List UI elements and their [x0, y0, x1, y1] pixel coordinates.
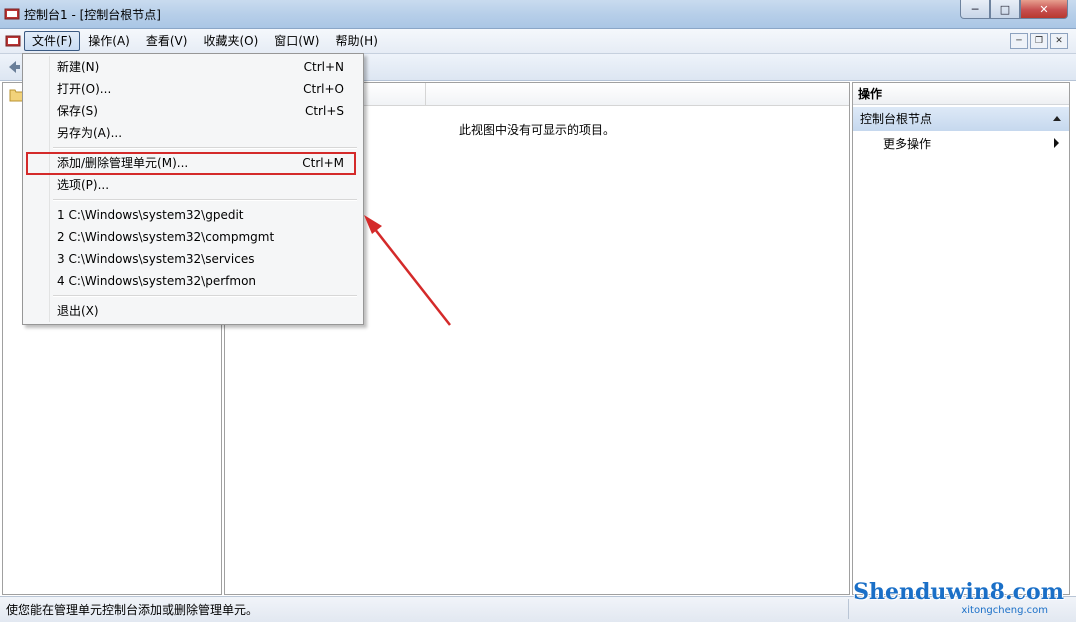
- menu-view[interactable]: 查看(V): [138, 31, 196, 51]
- child-window-controls: ─ ❐ ✕: [1010, 33, 1068, 49]
- actions-pane: 操作 控制台根节点 更多操作: [852, 82, 1070, 595]
- child-minimize-button[interactable]: ─: [1010, 33, 1028, 49]
- highlight-box: [26, 152, 356, 175]
- menu-item-exit[interactable]: 退出(X): [26, 300, 358, 322]
- menu-item-open[interactable]: 打开(O)... Ctrl+O: [26, 78, 358, 100]
- close-button[interactable]: ✕: [1020, 0, 1068, 19]
- menu-window[interactable]: 窗口(W): [266, 31, 327, 51]
- menu-separator: [53, 295, 357, 297]
- console-window-icon[interactable]: [5, 33, 21, 49]
- menu-item-label: 打开(O)...: [57, 82, 112, 96]
- menu-item-label: 保存(S): [57, 104, 98, 118]
- actions-group-header[interactable]: 控制台根节点: [853, 107, 1069, 131]
- collapse-arrow-icon[interactable]: [1053, 116, 1061, 121]
- menu-favorites[interactable]: 收藏夹(O): [195, 31, 266, 51]
- menu-item-shortcut: Ctrl+S: [304, 104, 344, 118]
- watermark-logo: Shenduwin8.com xitongcheng.com: [853, 575, 1072, 619]
- file-menu-dropdown: 新建(N) Ctrl+N 打开(O)... Ctrl+O 保存(S) Ctrl+…: [22, 53, 364, 325]
- status-text: 使您能在管理单元控制台添加或删除管理单元。: [6, 603, 259, 617]
- menu-item-shortcut: Ctrl+N: [303, 60, 344, 74]
- child-restore-button[interactable]: ❐: [1030, 33, 1048, 49]
- menu-item-options[interactable]: 选项(P)...: [26, 174, 358, 196]
- child-close-button[interactable]: ✕: [1050, 33, 1068, 49]
- menu-item-recent-4[interactable]: 4 C:\Windows\system32\perfmon: [26, 270, 358, 292]
- empty-view-message: 此视图中没有可显示的项目。: [459, 123, 616, 137]
- menu-item-recent-2[interactable]: 2 C:\Windows\system32\compmgmt: [26, 226, 358, 248]
- menu-item-label: 退出(X): [57, 304, 99, 318]
- column-divider[interactable]: [425, 83, 426, 105]
- menu-item-label: 4 C:\Windows\system32\perfmon: [57, 274, 257, 288]
- watermark-brand: Shenduwin8.com: [853, 579, 1064, 605]
- submenu-arrow-icon[interactable]: [1054, 138, 1059, 148]
- menu-item-recent-3[interactable]: 3 C:\Windows\system32\services: [26, 248, 358, 270]
- mmc-console-icon: [4, 8, 20, 20]
- menu-item-label: 1 C:\Windows\system32\gpedit: [57, 208, 244, 222]
- maximize-button[interactable]: □: [990, 0, 1020, 19]
- menu-item-label: 新建(N): [57, 60, 100, 74]
- menu-separator: [53, 199, 357, 201]
- more-actions-item[interactable]: 更多操作: [883, 135, 931, 152]
- menu-item-save[interactable]: 保存(S) Ctrl+S: [26, 100, 358, 122]
- actions-title: 操作: [853, 83, 1069, 105]
- menu-separator: [53, 147, 357, 149]
- menu-help[interactable]: 帮助(H): [327, 31, 385, 51]
- actions-group-label: 控制台根节点: [860, 112, 933, 126]
- menu-item-recent-1[interactable]: 1 C:\Windows\system32\gpedit: [26, 204, 358, 226]
- menu-item-label: 另存为(A)...: [57, 126, 123, 140]
- status-separator: [848, 599, 849, 619]
- menu-item-label: 2 C:\Windows\system32\compmgmt: [57, 230, 275, 244]
- window-controls: ─ □ ✕: [960, 0, 1068, 20]
- window-title: 控制台1 - [控制台根节点]: [24, 8, 161, 22]
- title-bar: 控制台1 - [控制台根节点] ─ □ ✕: [0, 0, 1076, 29]
- menu-item-label: 3 C:\Windows\system32\services: [57, 252, 255, 266]
- menu-item-save-as[interactable]: 另存为(A)...: [26, 122, 358, 144]
- back-arrow-icon[interactable]: [6, 59, 22, 75]
- menu-item-label: 选项(P)...: [57, 178, 110, 192]
- menu-item-shortcut: Ctrl+O: [303, 82, 344, 96]
- menu-file[interactable]: 文件(F): [24, 31, 81, 51]
- minimize-button[interactable]: ─: [960, 0, 990, 19]
- watermark-sub: xitongcheng.com: [961, 605, 1048, 616]
- menu-bar: 文件(F) 操作(A) 查看(V) 收藏夹(O) 窗口(W) 帮助(H) ─ ❐…: [0, 29, 1076, 54]
- menu-item-new[interactable]: 新建(N) Ctrl+N: [26, 56, 358, 78]
- menu-action[interactable]: 操作(A): [80, 31, 138, 51]
